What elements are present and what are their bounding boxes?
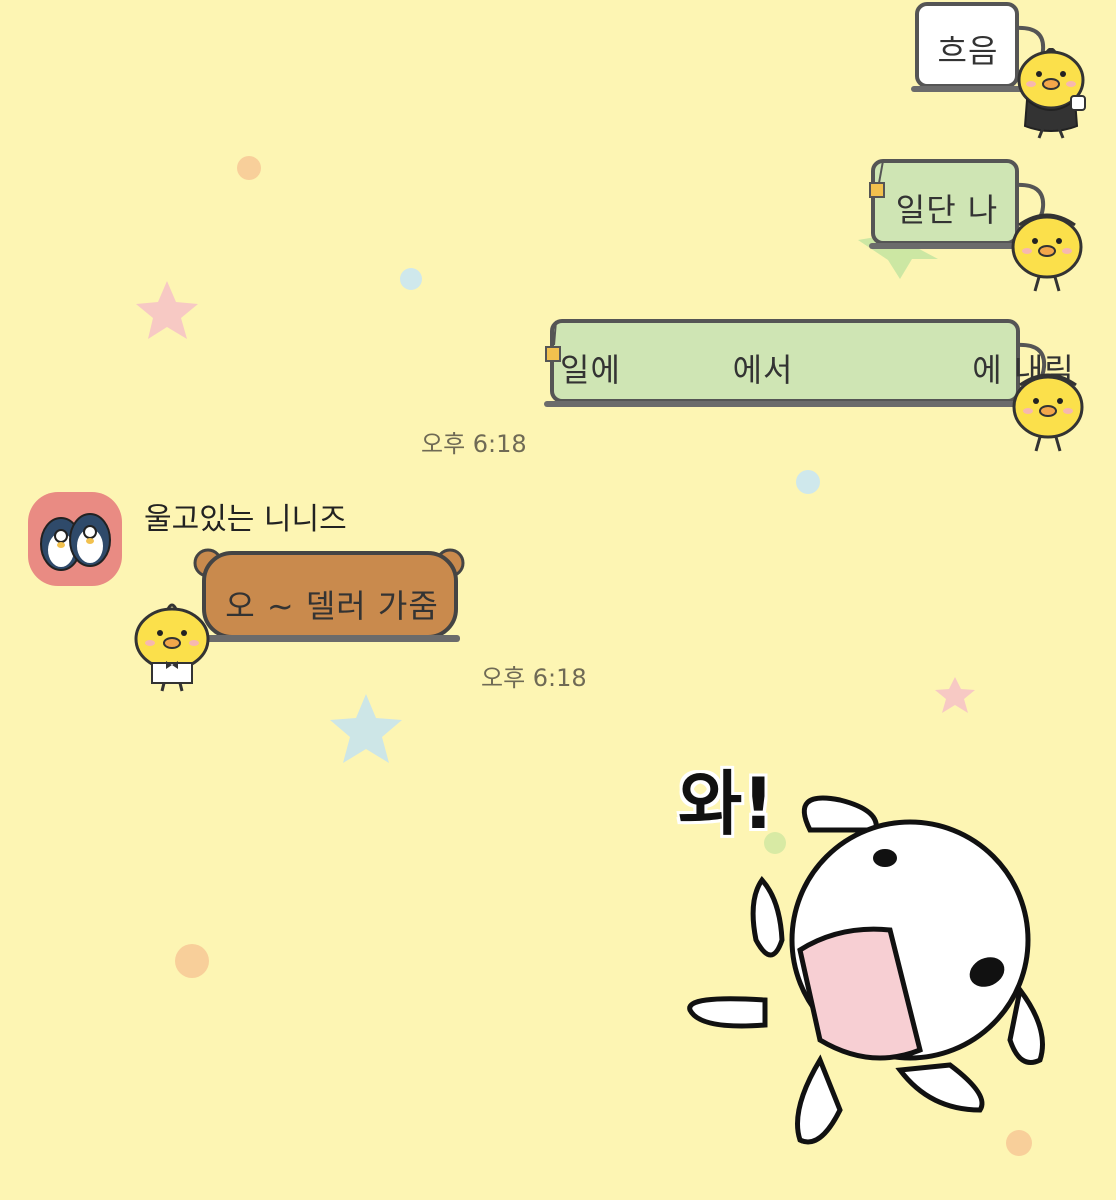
received-timestamp: 오후 6:18 (481, 664, 587, 692)
butler-chick-icon (1017, 48, 1086, 139)
message-text: 오 ~ 델러 가줌 (225, 587, 439, 625)
maid-chick-icon (1011, 213, 1083, 292)
avatar[interactable] (28, 492, 122, 586)
received-message-1[interactable]: 오 ~ 델러 가줌 (128, 545, 473, 695)
message-text: 일단 나 (895, 191, 999, 229)
sent-timestamp: 오후 6:18 (421, 430, 527, 458)
penguin-pair-avatar (40, 513, 111, 571)
sent-message-3[interactable]: 일에 에서 에 내림 (540, 315, 1095, 460)
waiter-chick-icon (134, 603, 210, 692)
message-text: 흐음 (937, 32, 999, 70)
sent-message-2[interactable]: 일단 나 (865, 155, 1095, 300)
sender-name: 울고있는 니니즈 (144, 502, 347, 537)
maid-chick-icon (1012, 373, 1084, 452)
message-text: 일에 에서 에 내림 (560, 351, 1075, 389)
white-puppy-sticker-icon (687, 795, 1045, 1145)
sticker-message[interactable]: 와! (670, 740, 1070, 1160)
sent-message-1[interactable]: 흐음 (905, 0, 1095, 145)
